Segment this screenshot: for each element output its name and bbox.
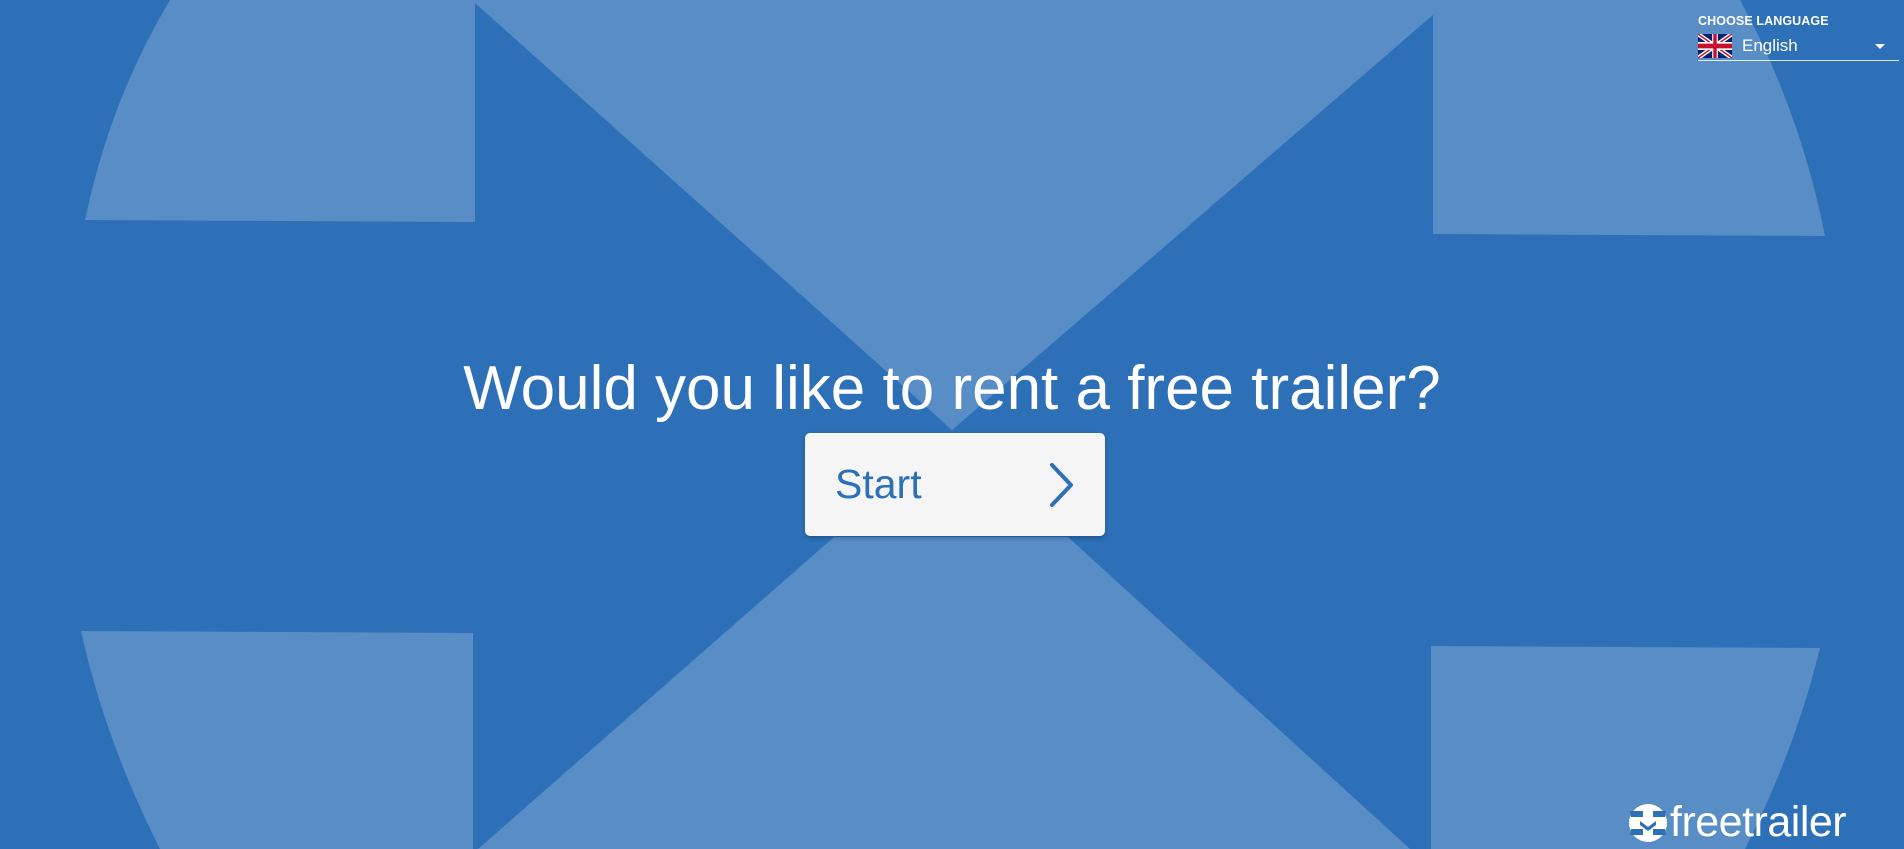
language-label: CHOOSE LANGUAGE	[1698, 14, 1829, 28]
language-dropdown[interactable]: English	[1698, 32, 1899, 61]
chevron-down-icon	[1875, 43, 1885, 49]
brand-name: freetrailer	[1670, 798, 1847, 846]
start-button[interactable]: Start	[805, 433, 1105, 536]
chevron-right-icon	[1050, 462, 1073, 507]
page-title: Would you like to rent a free trailer?	[463, 354, 1441, 423]
start-button-label: Start	[835, 461, 922, 507]
language-selector: CHOOSE LANGUAGE English	[1698, 14, 1899, 61]
language-value: English	[1742, 36, 1798, 55]
freetrailer-logo-icon	[1629, 803, 1667, 842]
uk-flag-icon	[1698, 34, 1732, 58]
freetrailer-logo: freetrailer	[1628, 798, 1847, 846]
